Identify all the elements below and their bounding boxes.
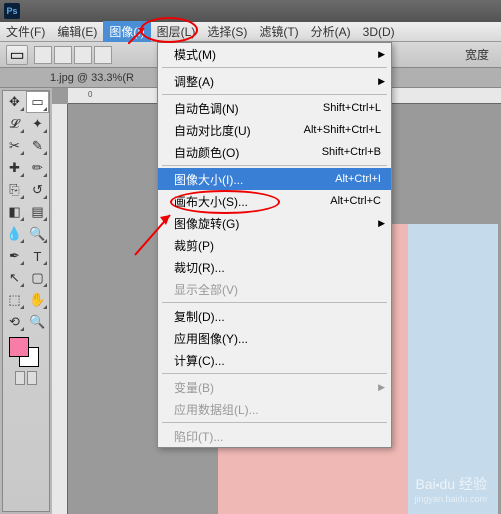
quickmask-icon[interactable] — [15, 371, 25, 385]
menu-auto-tone[interactable]: 自动色调(N)Shift+Ctrl+L — [158, 97, 391, 119]
tool-eraser[interactable]: ◧ — [3, 201, 26, 223]
preset-ellipse-icon[interactable] — [54, 46, 72, 64]
tool-blur[interactable]: 💧 — [3, 223, 26, 245]
app-logo: Ps — [4, 3, 20, 19]
tool-pen[interactable]: ✒ — [3, 245, 26, 267]
toolbox: ✥ ▭ 𝓛 ✦ ✂ ✎ ✚ ✏ ⎘ ↺ ◧ ▤ 💧 🔍 ✒ T ↖ ▢ ⬚ ✋ … — [2, 90, 50, 512]
tool-dodge[interactable]: 🔍 — [26, 223, 49, 245]
tool-crop[interactable]: ✂ — [3, 135, 26, 157]
ruler-vertical — [52, 104, 68, 514]
menu-apply-image[interactable]: 应用图像(Y)... — [158, 327, 391, 349]
menu-edit[interactable]: 编辑(E) — [51, 21, 103, 42]
watermark: Bai⬝du 经验 jingyan.baidu.com — [414, 474, 487, 504]
title-bar: Ps — [0, 0, 501, 22]
tool-history-brush[interactable]: ↺ — [26, 179, 49, 201]
menu-auto-contrast[interactable]: 自动对比度(U)Alt+Shift+Ctrl+L — [158, 119, 391, 141]
menu-file[interactable]: 文件(F) — [0, 21, 51, 42]
tool-hand[interactable]: ✋ — [26, 289, 49, 311]
preset-rect-icon[interactable] — [34, 46, 52, 64]
tool-heal[interactable]: ✚ — [3, 157, 26, 179]
tool-eyedropper[interactable]: ✎ — [26, 135, 49, 157]
tool-move[interactable]: ✥ — [3, 91, 26, 113]
tool-wand[interactable]: ✦ — [26, 113, 49, 135]
option-width-label: 宽度 — [465, 46, 489, 63]
menu-duplicate[interactable]: 复制(D)... — [158, 305, 391, 327]
screen-modes — [3, 369, 49, 387]
preset-row-icon[interactable] — [74, 46, 92, 64]
menu-crop[interactable]: 裁剪(P) — [158, 234, 391, 256]
menu-reveal-all: 显示全部(V) — [158, 278, 391, 300]
menu-image-rotation[interactable]: 图像旋转(G)▶ — [158, 212, 391, 234]
screenmode-icon[interactable] — [27, 371, 37, 385]
menu-3d[interactable]: 3D(D) — [357, 23, 401, 41]
color-swatches[interactable] — [3, 333, 49, 369]
tool-marquee[interactable]: ▭ — [26, 91, 49, 113]
preset-col-icon[interactable] — [94, 46, 112, 64]
menu-trim[interactable]: 裁切(R)... — [158, 256, 391, 278]
menu-canvas-size[interactable]: 画布大小(S)...Alt+Ctrl+C — [158, 190, 391, 212]
menu-analysis[interactable]: 分析(A) — [305, 21, 357, 42]
tool-path[interactable]: ↖ — [3, 267, 26, 289]
menu-trap: 陷印(T)... — [158, 425, 391, 447]
tool-gradient[interactable]: ▤ — [26, 201, 49, 223]
menu-image-size[interactable]: 图像大小(I)...Alt+Ctrl+I — [158, 168, 391, 190]
menu-mode[interactable]: 模式(M)▶ — [158, 43, 391, 65]
menu-select[interactable]: 选择(S) — [201, 21, 253, 42]
tool-zoom[interactable]: 🔍 — [26, 311, 49, 333]
menu-image[interactable]: 图像(I) — [103, 21, 150, 42]
tool-shape[interactable]: ▢ — [26, 267, 49, 289]
menu-adjustments[interactable]: 调整(A)▶ — [158, 70, 391, 92]
menu-layer[interactable]: 图层(L) — [151, 21, 202, 42]
marquee-presets — [34, 46, 112, 64]
tool-rotate-view[interactable]: ⟲ — [3, 311, 26, 333]
menu-variables: 变量(B)▶ — [158, 376, 391, 398]
menu-calculations[interactable]: 计算(C)... — [158, 349, 391, 371]
tool-preset-icon[interactable]: ▭ — [6, 45, 28, 65]
image-menu-dropdown: 模式(M)▶ 调整(A)▶ 自动色调(N)Shift+Ctrl+L 自动对比度(… — [157, 42, 392, 448]
tool-lasso[interactable]: 𝓛 — [3, 113, 26, 135]
tool-3d[interactable]: ⬚ — [3, 289, 26, 311]
menu-bar: 文件(F) 编辑(E) 图像(I) 图层(L) 选择(S) 滤镜(T) 分析(A… — [0, 22, 501, 42]
menu-auto-color[interactable]: 自动颜色(O)Shift+Ctrl+B — [158, 141, 391, 163]
tool-brush[interactable]: ✏ — [26, 157, 49, 179]
menu-apply-dataset: 应用数据组(L)... — [158, 398, 391, 420]
document-tab[interactable]: 1.jpg @ 33.3%(R — [50, 72, 134, 84]
menu-filter[interactable]: 滤镜(T) — [253, 21, 304, 42]
fg-color-swatch[interactable] — [9, 337, 29, 357]
tool-type[interactable]: T — [26, 245, 49, 267]
tool-stamp[interactable]: ⎘ — [3, 179, 26, 201]
